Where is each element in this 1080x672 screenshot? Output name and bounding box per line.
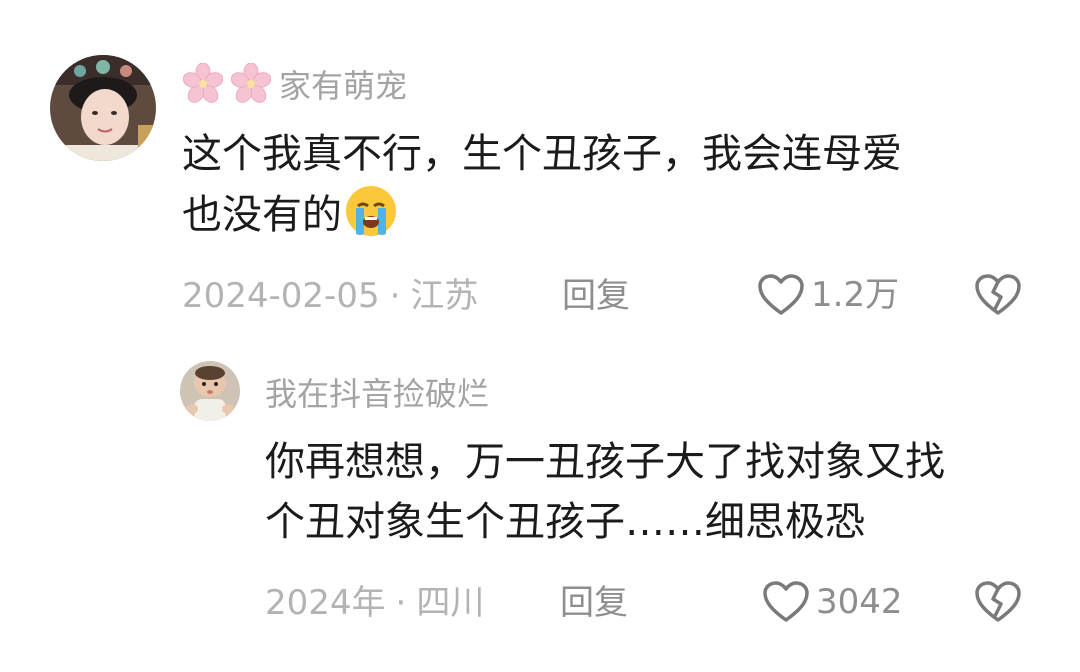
reply-line: 个丑对象生个丑孩子……细思极恐 (265, 499, 865, 545)
like-button[interactable]: 1.2万 (757, 273, 899, 317)
commenter-username-text: 家有萌宠 (279, 67, 408, 105)
reply-date: 2024年 (265, 583, 386, 623)
broken-heart-icon (975, 274, 1021, 315)
comment-line: 也没有的 (182, 184, 902, 245)
like-count: 1.2万 (811, 275, 900, 315)
loudly-crying-face-icon (344, 184, 398, 238)
reply-button[interactable]: 回复 (562, 276, 630, 316)
heart-outline-icon (763, 581, 809, 622)
cherry-blossom-icon (230, 62, 272, 103)
meta-separator: · (389, 276, 401, 316)
comment-location: 江苏 (410, 276, 479, 316)
broken-heart-icon (975, 581, 1021, 622)
heart-outline-icon (758, 274, 804, 315)
comment-line: 这个我真不行，生个丑孩子，我会连母爱 (182, 131, 902, 177)
dislike-button[interactable] (974, 273, 1022, 317)
comment-date: 2024-02-05 (182, 276, 380, 316)
like-count: 3042 (816, 582, 903, 622)
like-button[interactable]: 3042 (762, 580, 903, 624)
comment-body: 这个我真不行，生个丑孩子，我会连母爱 也没有的 (182, 124, 902, 245)
meta-separator: · (395, 583, 407, 623)
comment-meta: 2024-02-05 · 江苏 (182, 276, 478, 316)
cherry-blossom-icon (182, 62, 224, 103)
reply-body: 你再想想，万一丑孩子大了找对象又找 个丑对象生个丑孩子……细思极恐 (265, 432, 945, 552)
comment-line-text: 也没有的 (182, 192, 342, 238)
commenter-avatar[interactable] (50, 55, 156, 161)
reply-line: 你再想想，万一丑孩子大了找对象又找 (265, 439, 945, 485)
reply-button[interactable]: 回复 (560, 583, 628, 623)
comment-thread: 家有萌宠 这个我真不行，生个丑孩子，我会连母爱 也没有的 2024-02-05 ·… (0, 0, 1080, 672)
reply-location: 四川 (416, 583, 485, 623)
dislike-button[interactable] (974, 580, 1022, 624)
replier-avatar[interactable] (180, 361, 240, 421)
reply-meta: 2024年 · 四川 (265, 583, 484, 623)
replier-username[interactable]: 我在抖音捡破烂 (265, 374, 489, 414)
commenter-username[interactable]: 家有萌宠 (182, 62, 408, 106)
